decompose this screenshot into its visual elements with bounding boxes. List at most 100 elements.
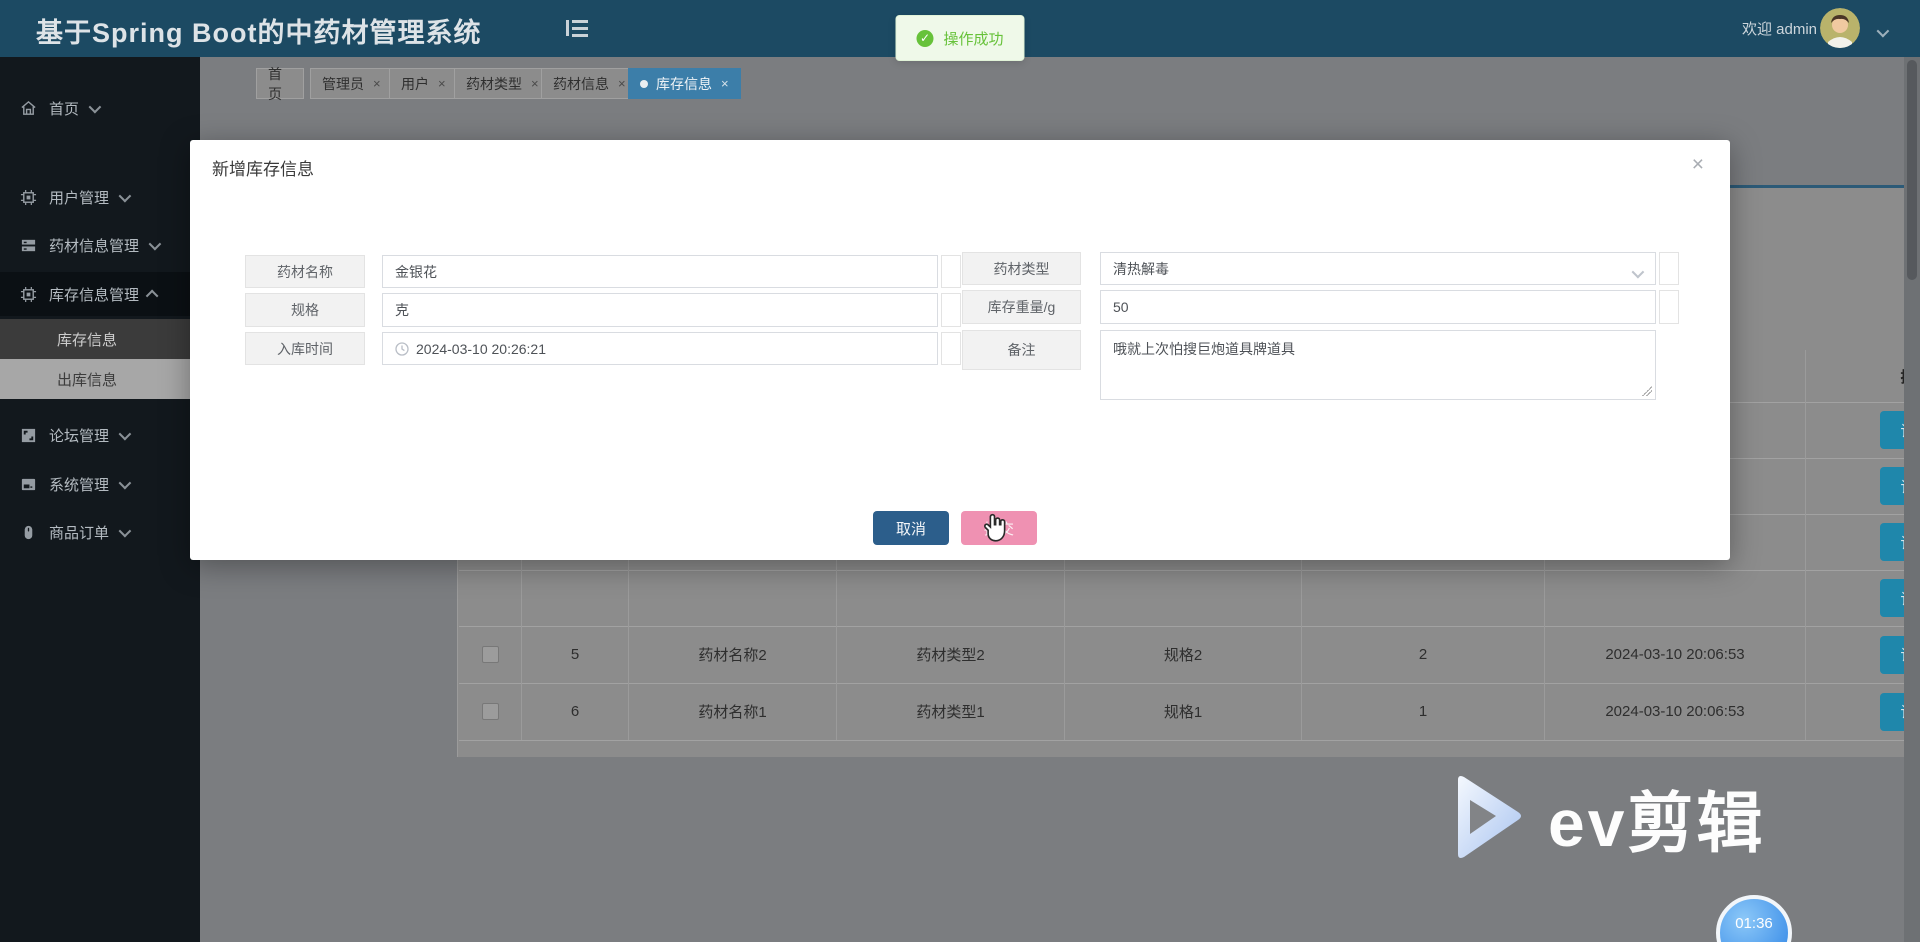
app-screen: 基于Spring Boot的中药材管理系统 欢迎 admin ✓ 操作成功 首页	[0, 0, 1920, 942]
tab-label: 药材信息	[553, 75, 609, 92]
sidebar-item-herb-info-mgmt[interactable]: 药材信息管理	[0, 223, 200, 267]
tab-user[interactable]: 用户 ×	[389, 68, 458, 99]
spacer-cell	[1659, 290, 1679, 324]
device-icon	[21, 478, 36, 490]
select-chevron-down-icon	[1631, 265, 1645, 281]
list-icon	[21, 239, 36, 251]
tab-close-icon[interactable]: ×	[721, 77, 729, 90]
spacer-cell	[941, 293, 961, 327]
row-checkbox[interactable]	[481, 646, 499, 663]
textarea-resize-handle[interactable]	[1642, 386, 1652, 396]
sidebar-item-label: 商品订单	[49, 524, 110, 542]
cell-time: 2024-03-10 20:06:53	[1545, 626, 1806, 683]
sidebar-item-stock-info-mgmt[interactable]: 库存信息管理	[0, 272, 200, 316]
tab-admin[interactable]: 管理员 ×	[310, 68, 393, 99]
chevron-down-icon	[88, 100, 102, 113]
tab-close-icon[interactable]: ×	[373, 77, 381, 90]
chevron-down-icon	[118, 476, 132, 489]
fold-icon-bar	[566, 20, 569, 36]
tab-stock-info-active[interactable]: 库存信息 ×	[628, 68, 741, 99]
active-tab-dot	[640, 79, 648, 88]
sidebar-item-system-mgmt[interactable]: 系统管理	[0, 462, 200, 506]
sidebar-subitem-stock-info[interactable]: 库存信息	[0, 319, 200, 359]
tab-label: 首页	[268, 65, 282, 102]
user-menu-caret-icon[interactable]	[1876, 24, 1890, 42]
tab-label: 用户	[401, 75, 429, 92]
herb-type-select[interactable]: 清热解毒	[1100, 252, 1656, 285]
sidebar-item-label: 系统管理	[49, 476, 110, 494]
field-label-weight: 库存重量/g	[962, 290, 1081, 324]
tab-home[interactable]: 首页	[256, 66, 304, 102]
sidebar-subitem-label: 出库信息	[57, 371, 118, 389]
spec-value: 克	[395, 302, 409, 318]
home-icon	[21, 100, 36, 115]
sidebar: 首页 用户管理 药材信息管理 库存信息管理 库存信息 出库信息 论坛管理 系统管…	[0, 57, 200, 942]
cancel-button[interactable]: 取消	[873, 511, 949, 545]
tab-label: 库存信息	[656, 75, 712, 92]
tab-herb-type[interactable]: 药材类型 ×	[454, 68, 551, 99]
chevron-down-icon	[118, 427, 132, 440]
field-label-herb-name: 药材名称	[245, 255, 365, 288]
cell-herb-name: 药材名称1	[629, 683, 837, 740]
herb-name-value: 金银花	[395, 263, 437, 280]
spacer-cell	[1659, 252, 1679, 285]
weight-input[interactable]: 50	[1100, 290, 1656, 324]
sidebar-fold-icon[interactable]	[566, 19, 588, 37]
time-picker-input[interactable]: 2024-03-10 20:26:21	[382, 332, 938, 365]
app-title: 基于Spring Boot的中药材管理系统	[36, 18, 482, 48]
sidebar-item-label: 药材信息管理	[49, 237, 140, 255]
clock-icon	[395, 341, 409, 356]
remark-textarea[interactable]: 哦就上次怕搜巨炮道具牌道具	[1100, 330, 1656, 400]
cell-index: 6	[522, 683, 629, 740]
cell-spec: 规格2	[1065, 626, 1302, 683]
sidebar-item-label: 用户管理	[49, 189, 110, 207]
tab-label: 管理员	[322, 75, 364, 92]
recorder-time-text: 01:36	[1735, 915, 1773, 932]
tab-label: 药材类型	[466, 75, 522, 92]
success-check-icon: ✓	[916, 29, 934, 47]
image-icon	[21, 428, 36, 442]
modal-close-icon[interactable]: ×	[1692, 154, 1704, 175]
chevron-down-icon	[118, 189, 132, 202]
avatar[interactable]	[1820, 8, 1860, 48]
chip-icon	[20, 189, 37, 205]
field-label-remark: 备注	[962, 330, 1081, 370]
chevron-down-icon	[148, 237, 162, 250]
spec-input[interactable]: 克	[382, 293, 938, 327]
spacer-cell	[941, 332, 961, 365]
sidebar-item-home[interactable]: 首页	[0, 86, 200, 130]
sidebar-item-product-orders[interactable]: 商品订单	[0, 510, 200, 554]
sidebar-subitem-outbound-info[interactable]: 出库信息	[0, 359, 200, 399]
herb-name-input[interactable]: 金银花	[382, 255, 938, 288]
tab-close-icon[interactable]: ×	[618, 77, 626, 90]
herb-type-value: 清热解毒	[1113, 260, 1169, 277]
cell-herb-type: 药材类型1	[837, 683, 1065, 740]
modal-title: 新增库存信息	[212, 160, 314, 179]
spacer-cell	[941, 255, 961, 288]
tab-close-icon[interactable]: ×	[438, 77, 446, 90]
row-checkbox[interactable]	[481, 703, 499, 720]
sidebar-item-label: 论坛管理	[49, 427, 110, 445]
field-label-spec: 规格	[245, 293, 365, 327]
table-row: 5 药材名称2 药材类型2 规格2 2 2024-03-10 20:06:53 …	[459, 626, 1920, 684]
table-row: 6 药材名称1 药材类型1 规格1 1 2024-03-10 20:06:53 …	[459, 683, 1920, 741]
sidebar-item-label: 库存信息管理	[49, 286, 140, 304]
chevron-up-icon	[145, 289, 159, 302]
tab-herb-info[interactable]: 药材信息 ×	[541, 68, 638, 99]
remark-value: 哦就上次怕搜巨炮道具牌道具	[1113, 341, 1295, 357]
fold-icon-bar	[572, 20, 588, 23]
sidebar-item-user-mgmt[interactable]: 用户管理	[0, 175, 200, 219]
scrollbar-thumb[interactable]	[1907, 60, 1917, 280]
fold-icon-bar	[572, 27, 588, 30]
sidebar-item-forum-mgmt[interactable]: 论坛管理	[0, 413, 200, 457]
cell-time: 2024-03-10 20:06:53	[1545, 683, 1806, 740]
sidebar-subitem-label: 库存信息	[57, 331, 118, 349]
add-stock-modal: 新增库存信息 × 药材名称 金银花 药材类型 清热解毒 规格 克 库存重量/g …	[190, 140, 1730, 560]
sidebar-item-label: 首页	[49, 100, 80, 118]
cell-spec: 规格1	[1065, 683, 1302, 740]
cell-index: 5	[522, 626, 629, 683]
field-label-time: 入库时间	[245, 332, 365, 365]
cell-weight: 1	[1302, 683, 1545, 740]
tab-close-icon[interactable]: ×	[531, 77, 539, 90]
toast-message: 操作成功	[943, 30, 1004, 48]
